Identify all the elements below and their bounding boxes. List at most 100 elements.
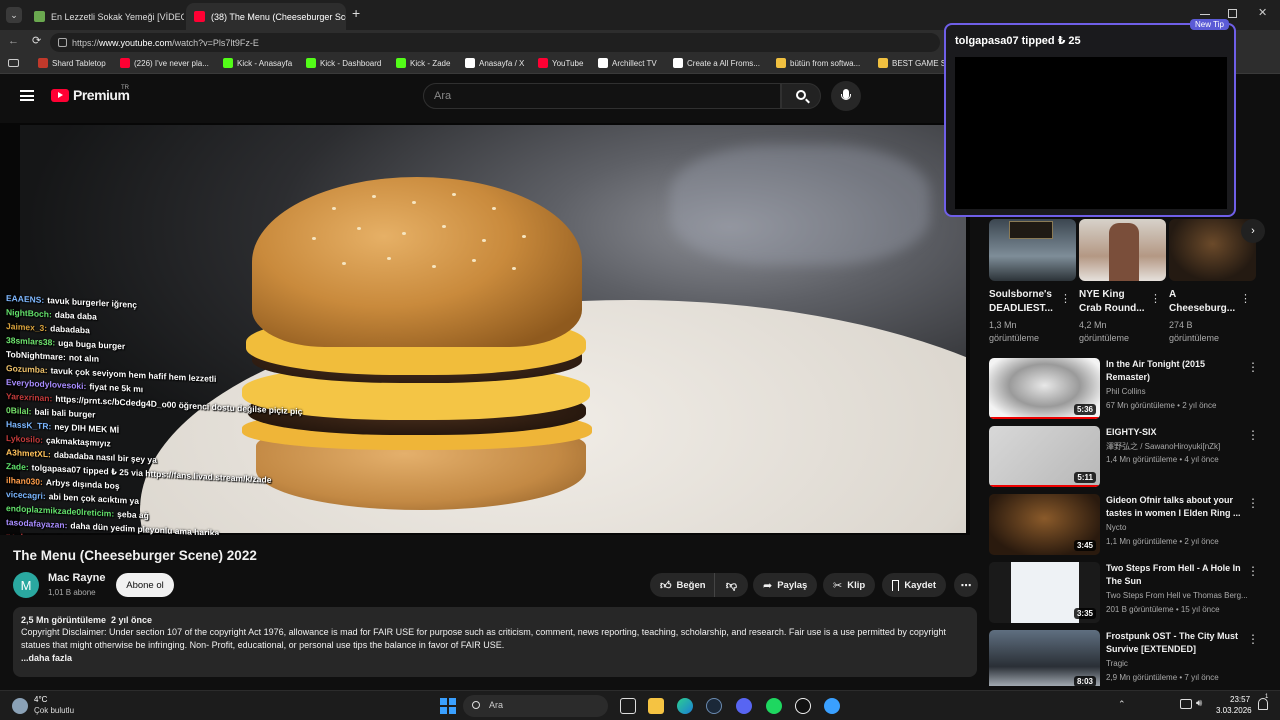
- show-more-link[interactable]: ...daha fazla: [21, 653, 969, 663]
- short-title[interactable]: Soulsborne's DEADLIEST...: [989, 288, 1057, 316]
- more-actions-button[interactable]: ⋯: [954, 573, 978, 597]
- windows-start-icon[interactable]: [440, 698, 456, 714]
- weather-description[interactable]: Çok bulutlu: [34, 706, 74, 715]
- unreal-engine-icon[interactable]: [795, 698, 811, 714]
- task-view-icon[interactable]: [620, 698, 636, 714]
- reload-icon[interactable]: ⟳: [32, 34, 41, 47]
- voice-search-button[interactable]: [831, 81, 861, 111]
- video-description[interactable]: 2,5 Mn görüntüleme 2 yıl önce Copyright …: [13, 607, 977, 677]
- bookmark-shard-tabletop[interactable]: Shard Tabletop: [38, 58, 106, 68]
- search-input[interactable]: Ara: [423, 83, 781, 109]
- related-title[interactable]: Frostpunk OST - The City Must Survive [E…: [1106, 630, 1246, 656]
- tab-list-chevron-icon[interactable]: ⌄: [6, 7, 22, 23]
- bookmark-kick-zade[interactable]: Kick - Zade: [396, 58, 450, 68]
- dislike-button[interactable]: 👎︎: [714, 573, 748, 597]
- related-video-item[interactable]: 5:36 In the Air Tonight (2015 Remaster) …: [989, 358, 1269, 422]
- bookmarks-toggle-icon[interactable]: [8, 59, 19, 67]
- bookmark-kick-anasayfa[interactable]: Kick - Anasayfa: [223, 58, 292, 68]
- tray-chevron-icon[interactable]: ⌃: [1118, 699, 1126, 710]
- menu-hamburger-icon[interactable]: [20, 90, 34, 101]
- bookmark-best-game[interactable]: BEST GAME SO: [878, 58, 952, 68]
- related-channel[interactable]: 澤野弘之 / SawanoHiroyuki[nZk]: [1106, 441, 1220, 452]
- subscribe-button[interactable]: Abone ol: [116, 573, 174, 597]
- related-title[interactable]: Gideon Ofnir talks about your tastes in …: [1106, 494, 1246, 520]
- related-video-item[interactable]: 3:35 Two Steps From Hell - A Hole In The…: [989, 562, 1269, 626]
- network-icon[interactable]: [1180, 699, 1192, 709]
- bookmark-x[interactable]: Anasayfa / X: [465, 58, 524, 68]
- like-button[interactable]: 👍︎ Beğen: [650, 573, 714, 597]
- save-label: Kaydet: [904, 579, 936, 591]
- chat-username: nesbaranmetin23:: [6, 531, 79, 535]
- short-menu-icon[interactable]: ⋮: [1240, 292, 1251, 305]
- short-menu-icon[interactable]: ⋮: [1150, 292, 1161, 305]
- related-video-item[interactable]: 5:11 EIGHTY-SIX 澤野弘之 / SawanoHiroyuki[nZ…: [989, 426, 1269, 490]
- window-close-icon[interactable]: ✕: [1258, 6, 1267, 19]
- channel-name[interactable]: Mac Rayne: [48, 572, 105, 584]
- browser-tab-street-food[interactable]: En Lezzetli Sokak Yemeği [VİDEOL ✕: [26, 3, 184, 30]
- bookmark-label: YouTube: [552, 58, 584, 68]
- related-menu-icon[interactable]: ⋮: [1247, 564, 1259, 578]
- related-channel[interactable]: Tragic: [1106, 659, 1128, 668]
- video-thumbnail[interactable]: 3:45: [989, 494, 1100, 555]
- weather-temperature[interactable]: 4°C: [34, 695, 47, 704]
- related-menu-icon[interactable]: ⋮: [1247, 360, 1259, 374]
- bookmark-youtube-video[interactable]: (226) I've never pla...: [120, 58, 209, 68]
- related-title[interactable]: In the Air Tonight (2015 Remaster): [1106, 358, 1246, 384]
- clock-time[interactable]: 23:57: [1230, 695, 1250, 704]
- search-button[interactable]: [781, 83, 821, 109]
- window-minimize-icon[interactable]: [1200, 14, 1210, 15]
- weather-icon[interactable]: [12, 698, 28, 714]
- related-menu-icon[interactable]: ⋮: [1247, 496, 1259, 510]
- video-thumbnail[interactable]: 5:36: [989, 358, 1100, 419]
- video-thumbnail[interactable]: 8:03: [989, 630, 1100, 686]
- short-thumbnail[interactable]: [989, 219, 1076, 281]
- related-channel[interactable]: Phil Collins: [1106, 387, 1146, 396]
- bookmark-archillect[interactable]: Archillect TV: [598, 58, 657, 68]
- short-title[interactable]: NYE King Crab Round...: [1079, 288, 1147, 316]
- video-thumbnail[interactable]: 5:11: [989, 426, 1100, 487]
- edge-browser-icon[interactable]: [677, 698, 693, 714]
- youtube-logo[interactable]: Premium: [51, 87, 130, 103]
- app-icon[interactable]: [824, 698, 840, 714]
- file-explorer-icon[interactable]: [648, 698, 664, 714]
- window-maximize-icon[interactable]: [1228, 9, 1237, 18]
- related-channel[interactable]: Nycto: [1106, 523, 1126, 532]
- discord-icon[interactable]: [736, 698, 752, 714]
- related-video-item[interactable]: 8:03 Frostpunk OST - The City Must Survi…: [989, 630, 1269, 686]
- volume-icon[interactable]: 🔊︎: [1196, 698, 1202, 709]
- shorts-next-chevron-icon[interactable]: ›: [1241, 219, 1265, 243]
- bookmark-create-froms[interactable]: Create a All Froms...: [673, 58, 760, 68]
- new-tab-button[interactable]: +: [352, 5, 360, 21]
- video-thumbnail[interactable]: 3:35: [989, 562, 1100, 623]
- chat-username: Jaimex_3:: [6, 321, 48, 334]
- related-video-item[interactable]: 3:45 Gideon Ofnir talks about your taste…: [989, 494, 1269, 558]
- browser-tab-the-menu[interactable]: (38) The Menu (Cheeseburger Scen ✕: [186, 3, 346, 30]
- site-info-icon[interactable]: [58, 38, 67, 47]
- address-bar[interactable]: https://www.youtube.com/watch?v=Pls7lt9F…: [50, 33, 940, 52]
- chat-username: TobNightmare:: [6, 349, 66, 363]
- related-channel[interactable]: Two Steps From Hell ve Thomas Berg...: [1106, 591, 1248, 600]
- clip-button[interactable]: ✂ Klip: [823, 573, 875, 597]
- share-button[interactable]: ➦ Paylaş: [753, 573, 817, 597]
- bookmark-butun-from-software[interactable]: bütün from softwa...: [776, 58, 860, 68]
- related-title[interactable]: Two Steps From Hell - A Hole In The Sun: [1106, 562, 1246, 588]
- video-player[interactable]: EAAENS: tavuk burgerler iğrenç NightBoch: d…: [0, 123, 970, 535]
- chat-username: Gozumba:: [6, 363, 48, 376]
- short-menu-icon[interactable]: ⋮: [1060, 292, 1071, 305]
- taskbar-search[interactable]: Ara: [463, 695, 608, 717]
- steam-icon[interactable]: [706, 698, 722, 714]
- spotify-icon[interactable]: [766, 698, 782, 714]
- channel-avatar[interactable]: M: [13, 572, 39, 598]
- clock-date[interactable]: 3.03.2026: [1216, 706, 1252, 715]
- back-arrow-icon[interactable]: ←: [8, 35, 19, 47]
- short-views: 274 B görüntüleme: [1169, 320, 1220, 343]
- bookmark-kick-dashboard[interactable]: Kick - Dashboard: [306, 58, 381, 68]
- related-menu-icon[interactable]: ⋮: [1247, 632, 1259, 646]
- short-thumbnail[interactable]: [1079, 219, 1166, 281]
- related-title[interactable]: EIGHTY-SIX: [1106, 426, 1246, 439]
- related-meta: 201 B görüntüleme • 15 yıl önce: [1106, 605, 1220, 614]
- save-button[interactable]: Kaydet: [882, 573, 946, 597]
- short-title[interactable]: A Cheeseburg...: [1169, 288, 1237, 316]
- related-menu-icon[interactable]: ⋮: [1247, 428, 1259, 442]
- bookmark-youtube[interactable]: YouTube: [538, 58, 583, 68]
